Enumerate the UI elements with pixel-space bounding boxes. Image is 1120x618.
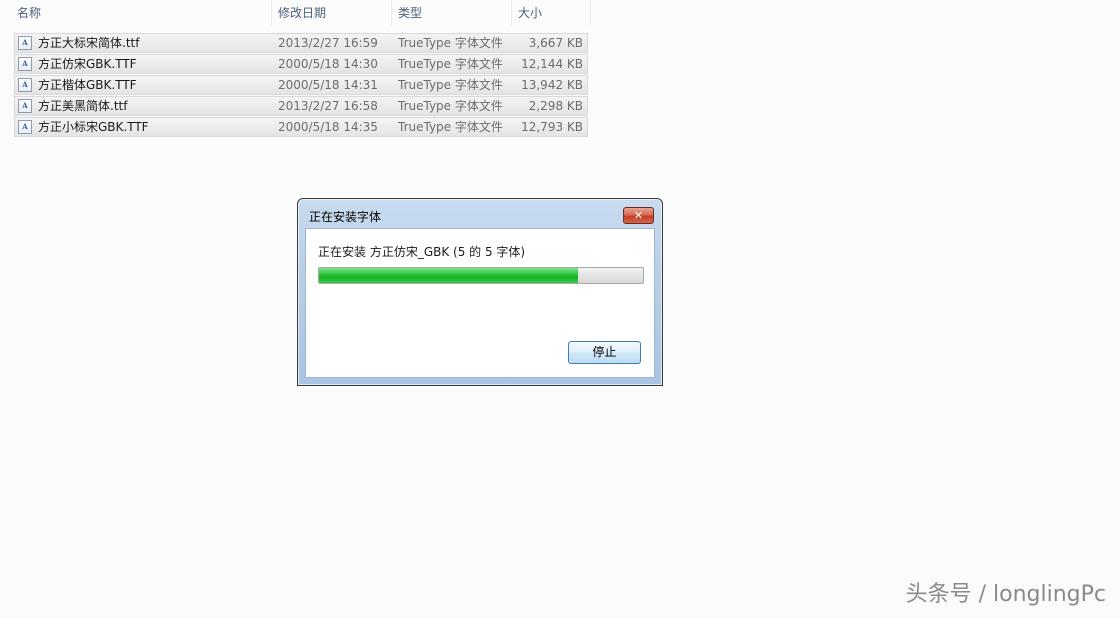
progress-fill xyxy=(319,268,579,283)
column-header-size[interactable]: 大小 xyxy=(511,0,591,25)
file-type: TrueType 字体文件 xyxy=(398,57,503,71)
font-file-icon: A xyxy=(18,78,32,92)
font-file-icon: A xyxy=(18,36,32,50)
column-header-date[interactable]: 修改日期 xyxy=(271,0,391,25)
file-name: 方正仿宋GBK.TTF xyxy=(38,57,137,71)
file-row[interactable]: A 方正楷体GBK.TTF 2000/5/18 14:31 TrueType 字… xyxy=(14,75,588,95)
sort-ascending-icon: ^ xyxy=(151,0,159,6)
file-size: 12,144 KB xyxy=(521,57,583,71)
file-name: 方正楷体GBK.TTF xyxy=(38,78,137,92)
file-type: TrueType 字体文件 xyxy=(398,78,503,92)
dialog-body: 正在安装 方正仿宋_GBK (5 的 5 字体) 停止 xyxy=(305,228,655,378)
file-date: 2013/2/27 16:59 xyxy=(278,36,378,50)
file-date: 2013/2/27 16:58 xyxy=(278,99,378,113)
dialog-title: 正在安装字体 xyxy=(309,210,382,224)
close-icon: ✕ xyxy=(633,209,644,222)
file-row[interactable]: A 方正小标宋GBK.TTF 2000/5/18 14:35 TrueType … xyxy=(14,117,588,137)
file-list: A 方正大标宋简体.ttf 2013/2/27 16:59 TrueType 字… xyxy=(14,33,588,138)
file-type: TrueType 字体文件 xyxy=(398,99,503,113)
file-size: 3,667 KB xyxy=(528,36,583,50)
file-date: 2000/5/18 14:31 xyxy=(278,78,378,92)
file-name: 方正美黑简体.ttf xyxy=(38,99,128,113)
column-header-type[interactable]: 类型 xyxy=(391,0,511,25)
file-name: 方正小标宋GBK.TTF xyxy=(38,120,149,134)
column-header-date-label: 修改日期 xyxy=(278,6,327,20)
file-type: TrueType 字体文件 xyxy=(398,36,503,50)
font-file-icon: A xyxy=(18,120,32,134)
column-header-size-label: 大小 xyxy=(518,6,543,20)
column-header-type-label: 类型 xyxy=(398,6,423,20)
close-button[interactable]: ✕ xyxy=(623,207,654,224)
file-date: 2000/5/18 14:35 xyxy=(278,120,378,134)
column-header-name-label: 名称 xyxy=(17,6,42,20)
file-type: TrueType 字体文件 xyxy=(398,120,503,134)
file-row[interactable]: A 方正大标宋简体.ttf 2013/2/27 16:59 TrueType 字… xyxy=(14,33,588,53)
file-row[interactable]: A 方正仿宋GBK.TTF 2000/5/18 14:30 TrueType 字… xyxy=(14,54,588,74)
file-row[interactable]: A 方正美黑简体.ttf 2013/2/27 16:58 TrueType 字体… xyxy=(14,96,588,116)
file-date: 2000/5/18 14:30 xyxy=(278,57,378,71)
install-font-dialog: 正在安装字体 ✕ 正在安装 方正仿宋_GBK (5 的 5 字体) 停止 xyxy=(297,198,663,386)
file-size: 12,793 KB xyxy=(521,120,583,134)
column-header-name[interactable]: 名称 ^ xyxy=(13,0,271,25)
font-file-icon: A xyxy=(18,57,32,71)
file-size: 13,942 KB xyxy=(521,78,583,92)
install-status-text: 正在安装 方正仿宋_GBK (5 的 5 字体) xyxy=(318,245,526,259)
watermark: 头条号 / longlingPc xyxy=(905,582,1106,607)
install-progress-bar xyxy=(318,267,644,284)
file-size: 2,298 KB xyxy=(528,99,583,113)
font-file-icon: A xyxy=(18,99,32,113)
file-name: 方正大标宋简体.ttf xyxy=(38,36,140,50)
stop-button[interactable]: 停止 xyxy=(568,341,641,364)
